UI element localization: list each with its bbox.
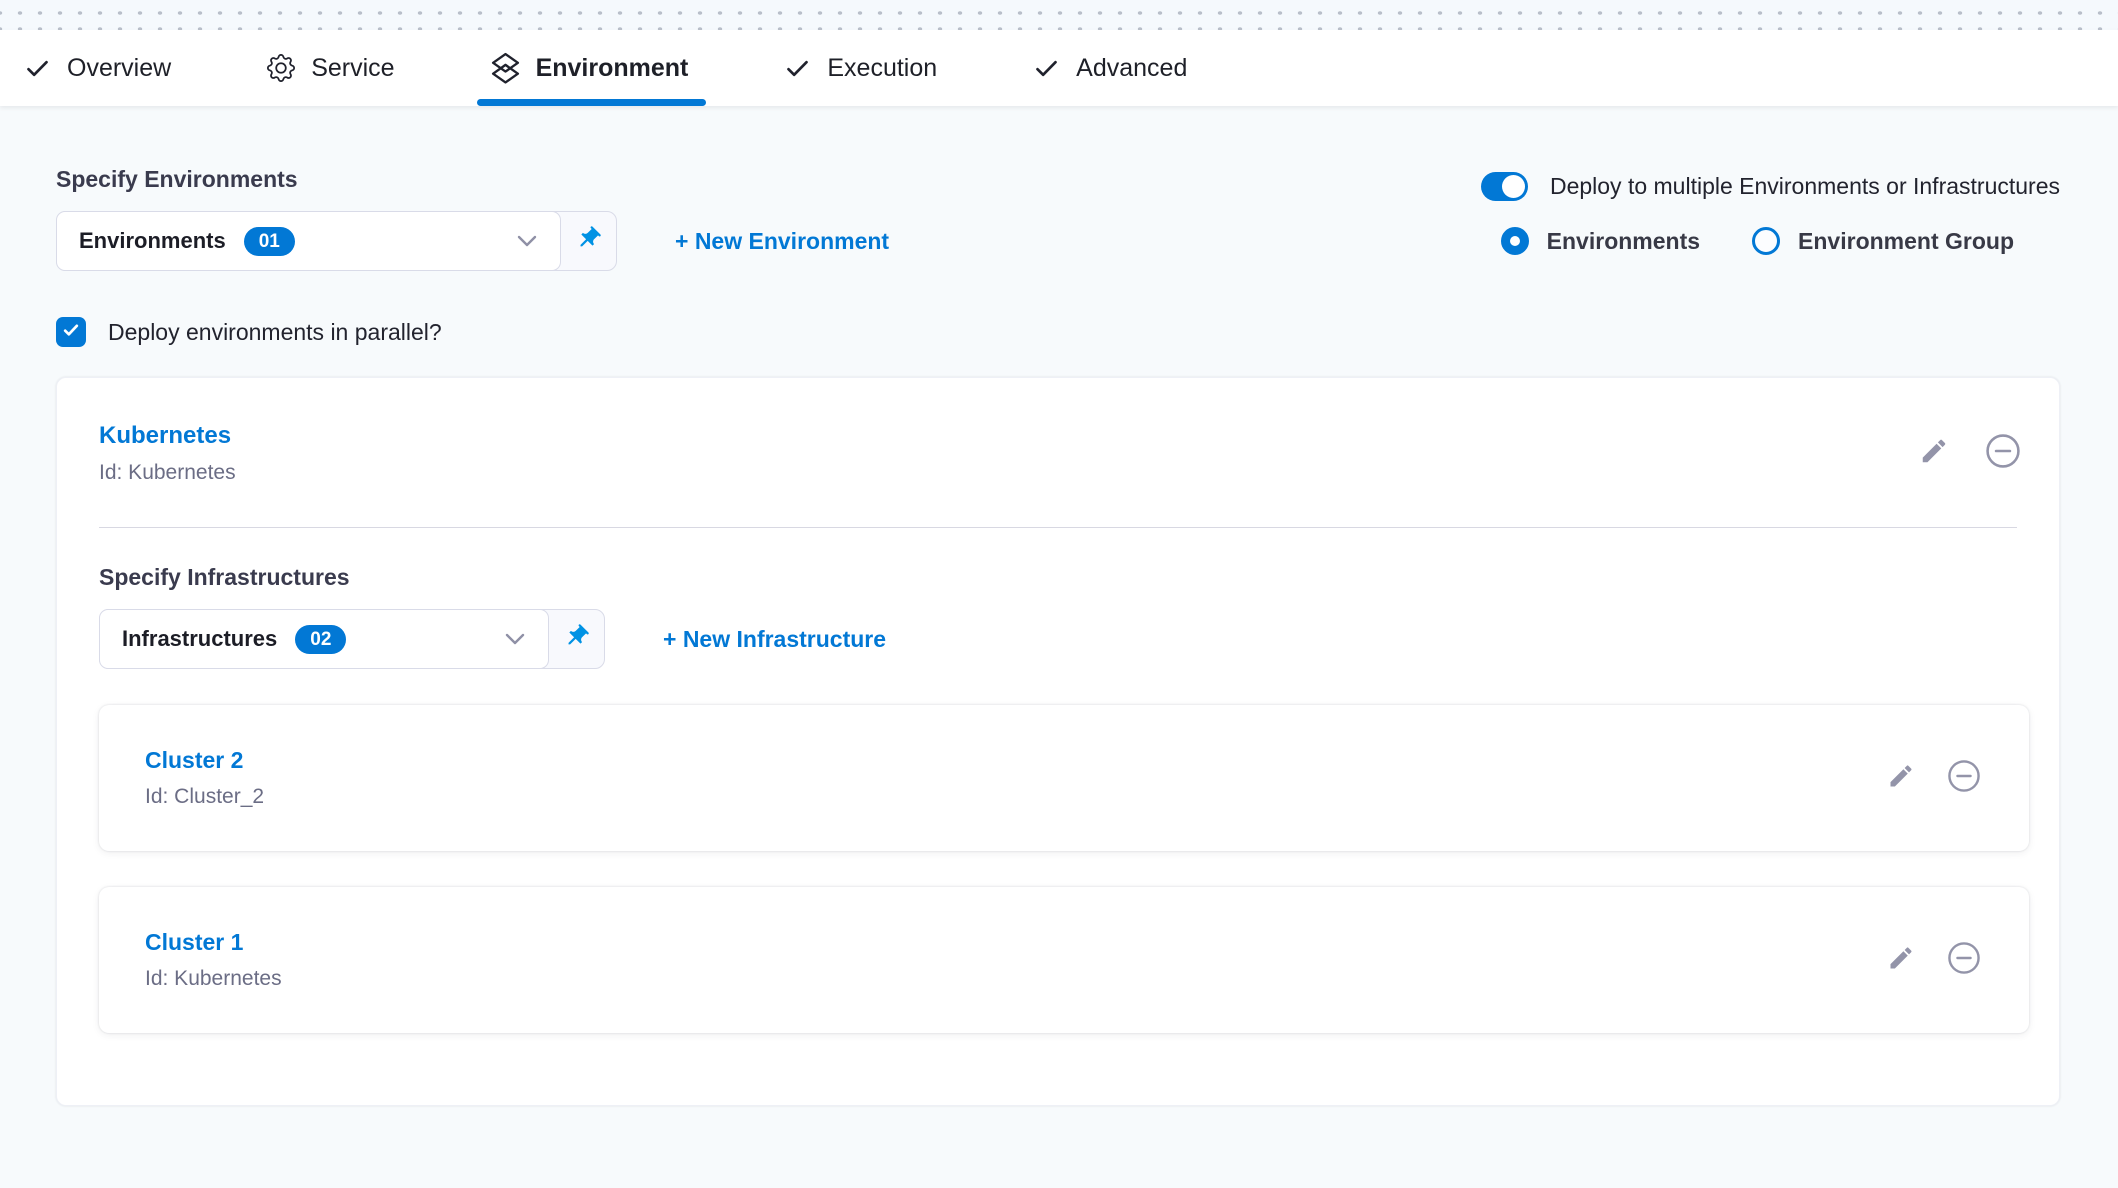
section-divider (99, 527, 2017, 528)
pin-environments-button[interactable] (560, 212, 616, 270)
infrastructure-name-link[interactable]: Cluster 2 (145, 747, 264, 774)
tab-overview[interactable]: Overview (24, 30, 171, 106)
dotted-background-strip (0, 0, 2118, 30)
specify-infrastructures-heading: Specify Infrastructures (99, 564, 2029, 591)
tab-execution-label: Execution (827, 54, 937, 83)
tab-environment[interactable]: Environment (491, 30, 689, 106)
minus-circle-icon (1947, 941, 1981, 980)
deploy-parallel-checkbox[interactable] (56, 317, 86, 347)
remove-infrastructure-button[interactable] (1947, 759, 1981, 798)
tab-overview-label: Overview (67, 54, 171, 83)
toggle-knob (1502, 175, 1525, 198)
environments-dropdown[interactable]: Environments 01 (56, 211, 561, 271)
tab-service[interactable]: Service (267, 30, 394, 106)
tab-service-label: Service (311, 54, 394, 83)
pin-infrastructures-button[interactable] (548, 610, 604, 668)
chevron-down-icon[interactable] (516, 234, 538, 248)
chevron-down-icon[interactable] (504, 632, 526, 646)
check-icon (784, 55, 811, 82)
radio-unselected-icon (1752, 227, 1780, 255)
edit-environment-button[interactable] (1919, 436, 1949, 471)
remove-infrastructure-button[interactable] (1947, 941, 1981, 980)
radio-environments[interactable]: Environments (1501, 227, 1700, 255)
tab-advanced[interactable]: Advanced (1033, 30, 1187, 106)
multi-environment-toggle-label: Deploy to multiple Environments or Infra… (1550, 173, 2060, 200)
environments-select-group: Environments 01 (56, 211, 617, 271)
environment-name-link[interactable]: Kubernetes (99, 422, 236, 450)
infrastructures-dropdown[interactable]: Infrastructures 02 (99, 609, 549, 669)
radio-environments-label: Environments (1547, 228, 1700, 255)
environments-dropdown-label: Environments (79, 228, 226, 254)
minus-circle-icon (1947, 759, 1981, 798)
infrastructure-name-link[interactable]: Cluster 1 (145, 929, 282, 956)
radio-environment-group[interactable]: Environment Group (1752, 227, 2014, 255)
environment-identity: Kubernetes Id: Kubernetes (99, 422, 236, 485)
new-infrastructure-button[interactable]: + New Infrastructure (663, 626, 886, 653)
infrastructure-id-text: Id: Cluster_2 (145, 785, 264, 809)
pencil-icon (1887, 762, 1915, 795)
minus-circle-icon (1985, 433, 2021, 474)
environment-icon (491, 52, 520, 85)
environment-tab-content: Specify Environments Environments 01 (0, 106, 2118, 1106)
pin-icon (563, 623, 590, 655)
pencil-icon (1887, 944, 1915, 977)
tab-execution[interactable]: Execution (784, 30, 937, 106)
environments-count-badge: 01 (244, 227, 295, 256)
infrastructures-dropdown-label: Infrastructures (122, 626, 277, 652)
multi-environment-toggle[interactable] (1481, 172, 1528, 201)
remove-environment-button[interactable] (1985, 433, 2021, 474)
check-icon (61, 320, 81, 345)
infrastructure-card-cluster-2: Cluster 2 Id: Cluster_2 (99, 705, 2029, 851)
tab-environment-label: Environment (536, 54, 689, 83)
environment-id-text: Id: Kubernetes (99, 461, 236, 485)
pencil-icon (1919, 436, 1949, 471)
infrastructure-id-text: Id: Kubernetes (145, 967, 282, 991)
infrastructures-count-badge: 02 (295, 625, 346, 654)
environment-card-kubernetes: Kubernetes Id: Kubernetes Specify Infras… (56, 377, 2060, 1106)
radio-selected-icon (1501, 227, 1529, 255)
check-icon (1033, 55, 1060, 82)
infrastructures-select-group: Infrastructures 02 (99, 609, 605, 669)
edit-infrastructure-button[interactable] (1887, 762, 1915, 795)
new-environment-button[interactable]: + New Environment (675, 228, 889, 255)
pipeline-stage-tabbar: Overview Service Environment Execution A… (0, 30, 2118, 106)
tab-advanced-label: Advanced (1076, 54, 1187, 83)
infrastructure-identity: Cluster 2 Id: Cluster_2 (145, 747, 264, 809)
infrastructure-identity: Cluster 1 Id: Kubernetes (145, 929, 282, 991)
check-icon (24, 55, 51, 82)
pin-icon (575, 225, 602, 257)
infrastructure-card-cluster-1: Cluster 1 Id: Kubernetes (99, 887, 2029, 1033)
deploy-parallel-label: Deploy environments in parallel? (108, 319, 442, 346)
gear-icon (267, 54, 295, 82)
radio-environment-group-label: Environment Group (1798, 228, 2014, 255)
edit-infrastructure-button[interactable] (1887, 944, 1915, 977)
specify-environments-heading: Specify Environments (56, 166, 889, 193)
